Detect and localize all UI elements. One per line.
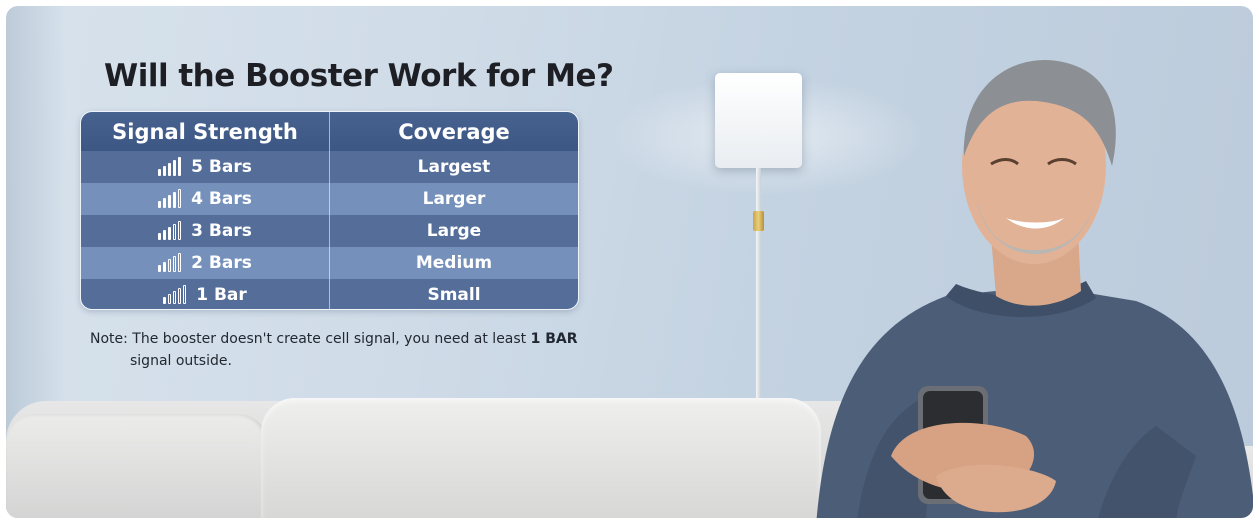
signal-bar [158,265,162,272]
signal-coverage-table: Signal Strength Coverage 5 Bars Largest 4 … [80,111,579,310]
hero-banner: Will the Booster Work for Me? Signal Str… [6,6,1253,518]
signal-bar [178,157,182,176]
table-rows: 5 Bars Largest 4 Bars Larger 3 Bars Large 2 Ba… [81,151,578,309]
table-row: 5 Bars Largest [81,151,578,183]
signal-strength-cell: 5 Bars [81,151,330,183]
signal-strength-cell: 1 Bar [81,279,330,309]
header-signal-strength: Signal Strength [81,112,330,151]
signal-bar [168,195,172,208]
signal-bar [158,201,162,208]
signal-bar [163,297,167,304]
table-row: 3 Bars Large [81,215,578,247]
signal-bar [163,166,167,176]
signal-bar [163,230,167,240]
signal-bar [168,294,172,304]
signal-bars-icon [158,221,182,240]
bars-label: 3 Bars [191,221,252,241]
signal-bar [178,221,182,240]
signal-bar [178,189,182,208]
coverage-cell: Larger [422,189,486,209]
signal-bars-icon [158,157,182,176]
indoor-antenna-icon [715,73,802,168]
signal-strength-cell: 3 Bars [81,215,330,247]
table-row: 1 Bar Small [81,279,578,309]
signal-strength-cell: 2 Bars [81,247,330,279]
header-coverage: Coverage [398,119,510,144]
signal-bars-icon [158,189,182,208]
note-text: Note: The booster doesn't create cell si… [90,328,578,372]
bars-label: 4 Bars [191,189,252,209]
headline: Will the Booster Work for Me? [104,58,614,94]
bars-label: 1 Bar [196,285,247,305]
signal-bar [183,285,187,304]
signal-bar [163,262,167,272]
signal-bar [173,224,177,240]
note-emphasis: 1 BAR [530,331,578,347]
coverage-cell: Small [427,285,481,305]
bars-label: 2 Bars [191,253,252,273]
smiling-man-with-phone [816,60,1253,518]
signal-bar [173,192,177,208]
signal-bar [173,256,177,272]
coverage-cell: Medium [415,253,493,273]
table-header: Signal Strength Coverage [81,112,578,151]
table-row: 4 Bars Larger [81,183,578,215]
signal-bar [173,160,177,176]
bars-label: 5 Bars [191,157,252,177]
antenna-cable [756,168,761,428]
signal-bar [168,227,172,240]
signal-bar [158,233,162,240]
signal-bar [168,259,172,272]
signal-bar [158,169,162,176]
table-row: 2 Bars Medium [81,247,578,279]
sofa-cushion-left [6,414,268,518]
note-line2: signal outside. [130,353,232,369]
signal-bar [178,288,182,304]
coverage-cell: Large [426,221,482,241]
signal-strength-cell: 4 Bars [81,183,330,215]
coverage-cell: Largest [417,157,491,177]
signal-bar [163,198,167,208]
signal-bars-icon [158,253,182,272]
sofa-cushion-middle [261,398,821,518]
signal-bars-icon [163,285,187,304]
signal-bar [168,163,172,176]
note-prefix: Note: The booster doesn't create cell si… [90,331,531,347]
signal-bar [178,253,182,272]
cable-connector [753,211,764,231]
signal-bar [173,291,177,304]
